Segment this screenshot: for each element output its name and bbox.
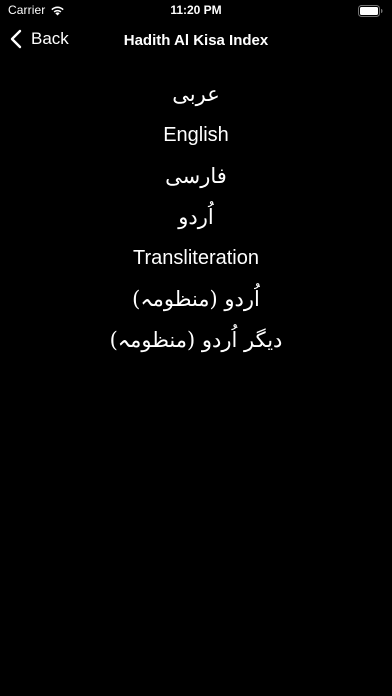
navigation-bar: Back Hadith Al Kisa Index xyxy=(0,22,392,60)
status-bar: Carrier 11:20 PM xyxy=(0,0,392,22)
page-title: Hadith Al Kisa Index xyxy=(123,32,269,49)
index-item-other-urdu-poetic[interactable]: دیگر اُردو (منظومہ) xyxy=(110,320,283,361)
index-item-english[interactable]: English xyxy=(163,115,229,156)
clock: 11:20 PM xyxy=(170,3,222,17)
index-item-urdu-poetic[interactable]: اُردو (منظومہ) xyxy=(132,279,260,320)
index-item-transliteration[interactable]: Transliteration xyxy=(133,238,259,279)
index-item-farsi[interactable]: فارسی xyxy=(165,156,227,197)
index-item-arabic[interactable]: عربی xyxy=(172,74,219,115)
battery-icon xyxy=(358,5,383,17)
index-item-urdu[interactable]: اُردو xyxy=(178,197,213,238)
language-index-list: عربی English فارسی اُردو Transliteration… xyxy=(0,74,392,361)
